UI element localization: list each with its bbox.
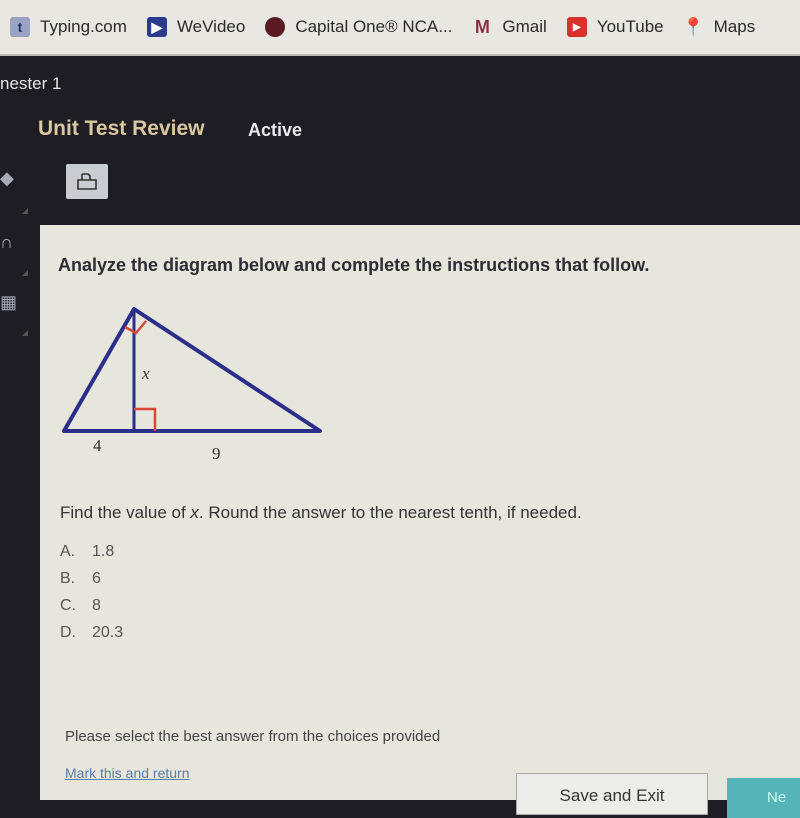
bookmark-youtube[interactable]: ▶ YouTube bbox=[566, 17, 664, 37]
save-and-exit-button[interactable]: Save and Exit bbox=[516, 773, 708, 815]
next-button[interactable]: Ne bbox=[727, 778, 800, 818]
help-text: Please select the best answer from the c… bbox=[65, 728, 441, 745]
print-button[interactable] bbox=[66, 164, 108, 199]
question-prompt: Find the value of x. Round the answer to… bbox=[60, 503, 582, 522]
right-angle-mark-base bbox=[134, 407, 157, 431]
gmail-icon: M bbox=[474, 16, 490, 37]
label-4: 4 bbox=[93, 436, 102, 455]
answer-choices: A. 1.8 B. 6 C. 8 D. 20.3 bbox=[60, 543, 123, 651]
breadcrumb[interactable]: nester 1 bbox=[0, 74, 61, 94]
bookmark-maps[interactable]: 📍 Maps bbox=[682, 16, 755, 37]
choice-d[interactable]: D. 20.3 bbox=[60, 624, 123, 651]
wevideo-icon: ▶ bbox=[146, 17, 167, 37]
expand-indicator bbox=[22, 208, 28, 214]
choice-c[interactable]: C. 8 bbox=[60, 597, 123, 624]
label-9: 9 bbox=[212, 444, 221, 463]
calculator-icon[interactable]: ▦ bbox=[0, 292, 17, 313]
mark-and-return-link[interactable]: Mark this and return bbox=[65, 765, 190, 781]
choice-b[interactable]: B. 6 bbox=[60, 570, 123, 597]
typing-icon: t bbox=[10, 17, 30, 37]
bookmark-capital-one[interactable]: Capital One® NCA... bbox=[265, 17, 452, 37]
page-title: Unit Test Review bbox=[38, 117, 205, 140]
tool-pencil-icon[interactable]: ◆ bbox=[0, 168, 14, 189]
expand-indicator bbox=[22, 330, 28, 336]
triangle-diagram: x 4 9 bbox=[62, 307, 322, 463]
bookmark-typing[interactable]: t Typing.com bbox=[10, 17, 127, 37]
bookmark-wevideo[interactable]: ▶ WeVideo bbox=[146, 17, 245, 37]
capital-one-icon bbox=[265, 17, 286, 37]
headphones-icon[interactable]: ∩ bbox=[0, 232, 13, 253]
bookmark-gmail[interactable]: M Gmail bbox=[472, 16, 547, 37]
youtube-icon: ▶ bbox=[566, 17, 587, 37]
expand-indicator bbox=[22, 270, 28, 276]
choice-a[interactable]: A. 1.8 bbox=[60, 543, 123, 570]
question-panel: Analyze the diagram below and complete t… bbox=[40, 225, 800, 818]
label-x: x bbox=[141, 364, 150, 383]
status-badge: Active bbox=[248, 120, 303, 140]
maps-icon: 📍 bbox=[682, 16, 705, 37]
print-icon bbox=[77, 172, 97, 190]
instruction-text: Analyze the diagram below and complete t… bbox=[58, 255, 650, 275]
triangle bbox=[62, 307, 322, 433]
bookmarks-bar: t Typing.com ▶ WeVideo Capital One® NCA...… bbox=[0, 0, 800, 56]
